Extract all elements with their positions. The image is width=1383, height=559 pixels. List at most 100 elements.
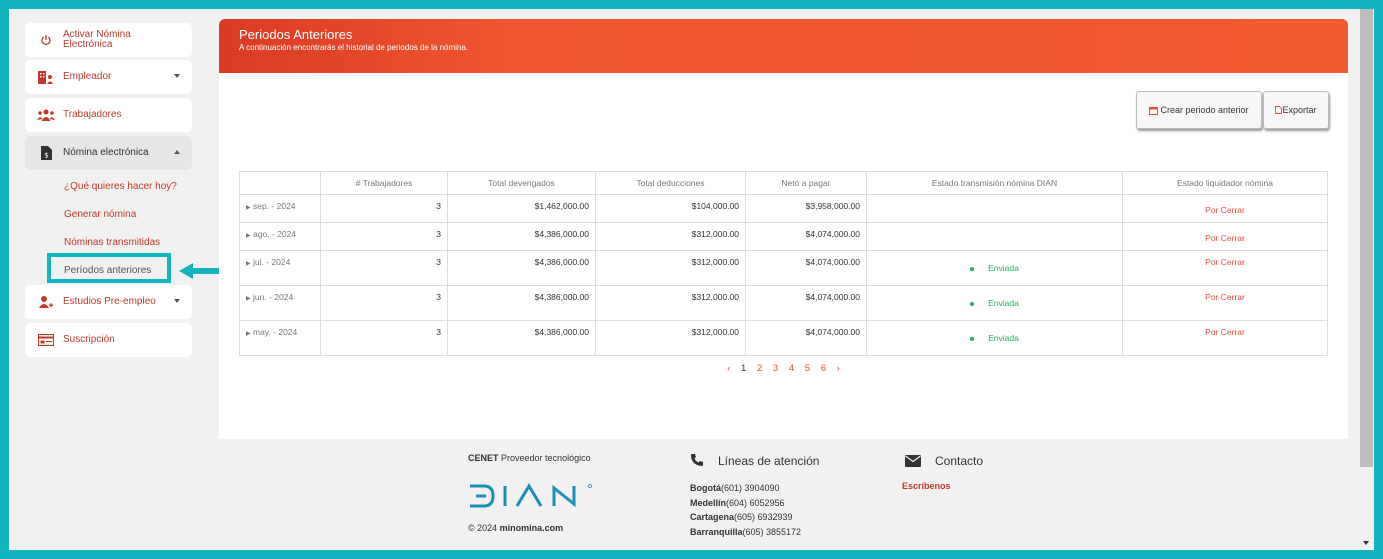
liquidador-status: Por Cerrar [1205, 233, 1245, 243]
submenu-nominas-transmitidas[interactable]: Nóminas transmitidas [64, 237, 160, 248]
sidebar-item-label: Nómina electrónica [63, 147, 149, 158]
sidebar-item-empleador[interactable]: Empleador [25, 60, 192, 94]
provider-name: CENET [468, 453, 499, 463]
users-icon [37, 106, 55, 124]
sidebar-item-label: Suscripción [63, 334, 115, 345]
page-banner: Periodos Anteriores A continuación encon… [219, 19, 1348, 73]
city-name: Barranquilla [690, 526, 743, 537]
col-header-deducciones[interactable]: Total deducciones [595, 171, 746, 195]
phone-number: (605) 6932939 [734, 512, 793, 522]
liquidador-status: Por Cerrar [1205, 327, 1245, 337]
submenu-que-quieres[interactable]: ¿Qué quieres hacer hoy? [64, 181, 177, 192]
phone-icon [691, 454, 703, 466]
card-icon [37, 331, 55, 349]
scrollbar-thumb[interactable] [1360, 9, 1373, 467]
user-plus-icon [37, 293, 55, 311]
pagination-page[interactable]: 6 [821, 363, 826, 374]
document-dollar-icon: $ [37, 144, 55, 162]
pagination-page[interactable]: 3 [773, 363, 778, 374]
period-cell[interactable]: ▶ may. - 2024 [239, 320, 321, 356]
table-row[interactable]: ▶ may. - 2024 3 $4,386,000.00 $312,000.0… [239, 320, 1328, 356]
workers-cell: 3 [320, 285, 448, 321]
footer: CENET Proveedor tecnológico © 2024 minom… [219, 439, 1348, 550]
dian-status-cell [866, 222, 1123, 251]
pagination-page[interactable]: 5 [805, 363, 810, 374]
scroll-down-arrow-icon[interactable] [1363, 541, 1369, 545]
sidebar: Activar Nómina Electrónica Empleador Tra… [9, 9, 209, 550]
period-cell[interactable]: ▶ jul. - 2024 [239, 250, 321, 286]
deducciones-cell: $312,000.00 [595, 285, 746, 321]
col-header-neto[interactable]: Neto a pagar [745, 171, 867, 195]
sidebar-item-label: Trabajadores [63, 109, 122, 120]
phone-number: (601) 3904090 [721, 483, 780, 493]
col-header-liquidador[interactable]: Estado liquidador nómina [1122, 171, 1328, 195]
contact-link[interactable]: Escríbenos [902, 481, 951, 491]
contact-title: Contacto [935, 454, 984, 468]
pagination-page[interactable]: 2 [757, 363, 762, 374]
period-cell[interactable]: ▶ ago. - 2024 [239, 222, 321, 251]
liquidador-status-cell: Por Cerrar [1122, 250, 1328, 286]
neto-cell: $3,958,000.00 [745, 194, 867, 223]
sidebar-item-label: Activar Nómina Electrónica [63, 30, 131, 50]
table-row[interactable]: ▶ jun. - 2024 3 $4,386,000.00 $312,000.0… [239, 285, 1328, 321]
caret-right-icon: ▶ [246, 296, 251, 302]
liquidador-status-cell: Por Cerrar [1122, 194, 1328, 223]
sidebar-item-trabajadores[interactable]: Trabajadores [25, 98, 192, 132]
table-row[interactable]: ▶ sep. - 2024 3 $1,462,000.00 $104,000.0… [239, 194, 1328, 223]
caret-right-icon: ▶ [246, 205, 251, 211]
envelope-icon [905, 455, 921, 467]
phone-number: (604) 6052956 [726, 497, 785, 508]
app-frame: Activar Nómina Electrónica Empleador Tra… [9, 9, 1374, 550]
periods-table: # Trabajadores Total devengados Total de… [239, 171, 1328, 356]
dian-status: Enviada [988, 298, 1019, 308]
submenu-generar-nomina[interactable]: Generar nómina [64, 209, 136, 220]
table-row[interactable]: ▶ ago. - 2024 3 $4,386,000.00 $312,000.0… [239, 222, 1328, 251]
city-name: Bogotá [690, 483, 721, 493]
devengados-cell: $4,386,000.00 [447, 250, 596, 286]
page-subtitle: A continuación encontrarás el historial … [239, 43, 469, 52]
neto-cell: $4,074,000.00 [745, 320, 867, 356]
caret-right-icon: ▶ [246, 261, 251, 267]
sidebar-item-label: Empleador [63, 71, 112, 82]
file-export-icon [1275, 106, 1283, 114]
status-dot-icon [970, 301, 975, 306]
export-button[interactable]: Exportar [1263, 91, 1329, 129]
caret-right-icon: ▶ [246, 233, 251, 239]
sidebar-item-activar[interactable]: Activar Nómina Electrónica [25, 23, 192, 57]
liquidador-status: Por Cerrar [1205, 205, 1245, 215]
period-cell[interactable]: ▶ sep. - 2024 [239, 194, 321, 223]
col-header-devengados[interactable]: Total devengados [447, 171, 596, 195]
dian-status-cell: Enviada [866, 250, 1123, 286]
create-period-label: Crear periodo anterior [1160, 105, 1249, 115]
pagination-page[interactable]: 4 [789, 363, 794, 374]
col-header-trabajadores[interactable]: # Trabajadores [320, 171, 448, 195]
caret-right-icon: ▶ [246, 331, 251, 337]
devengados-cell: $4,386,000.00 [447, 285, 596, 321]
table-row[interactable]: ▶ jul. - 2024 3 $4,386,000.00 $312,000.0… [239, 250, 1328, 286]
pagination-next[interactable]: › [837, 363, 840, 374]
neto-cell: $4,074,000.00 [745, 250, 867, 286]
city-name: Cartagena [690, 512, 735, 522]
period-label: sep. - 2024 [253, 201, 296, 211]
chevron-down-icon [174, 74, 180, 78]
sidebar-item-suscripcion[interactable]: Suscripción [25, 323, 192, 357]
phone-lines: Bogotá(601) 3904090 Medellín(604) 605295… [690, 481, 801, 539]
deducciones-cell: $104,000.00 [595, 194, 746, 223]
dian-status-cell [866, 194, 1123, 223]
sidebar-item-nomina[interactable]: $ Nómina electrónica [25, 136, 192, 170]
highlight-box [47, 253, 171, 283]
create-period-button[interactable]: Crear periodo anterior [1136, 91, 1262, 129]
dian-status: Enviada [988, 263, 1019, 273]
liquidador-status: Por Cerrar [1205, 257, 1245, 267]
col-header-dian[interactable]: Estado transmisión nómina DIAN [866, 171, 1123, 195]
sidebar-item-estudios[interactable]: Estudios Pre-empleo [25, 285, 192, 319]
deducciones-cell: $312,000.00 [595, 250, 746, 286]
pagination-page[interactable]: 1 [741, 363, 746, 374]
svg-text:$: $ [44, 152, 48, 160]
devengados-cell: $4,386,000.00 [447, 320, 596, 356]
dian-status-cell: Enviada [866, 285, 1123, 321]
lines-title: Líneas de atención [718, 454, 820, 468]
dian-logo [470, 483, 592, 508]
pagination-prev[interactable]: ‹ [727, 363, 730, 374]
period-cell[interactable]: ▶ jun. - 2024 [239, 285, 321, 321]
